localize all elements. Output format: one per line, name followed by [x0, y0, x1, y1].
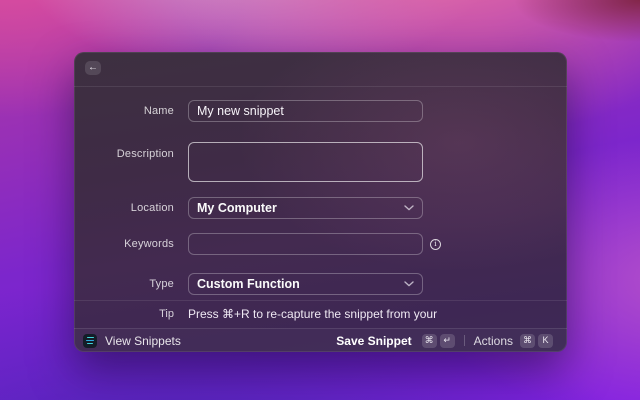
type-dropdown[interactable]: Custom Function [188, 273, 423, 295]
type-label: Type [149, 278, 174, 290]
description-row: Description [74, 142, 567, 182]
info-icon[interactable]: i [430, 238, 441, 250]
k-key-icon: K [538, 333, 553, 348]
snippets-icon [83, 333, 97, 348]
name-input[interactable] [188, 100, 423, 122]
type-value: Custom Function [197, 277, 300, 291]
window-header: ← [74, 52, 567, 87]
keywords-row: Keywords i [74, 233, 567, 255]
location-value: My Computer [197, 201, 277, 215]
type-row: Type Custom Function [74, 273, 567, 295]
name-row: Name [74, 100, 567, 122]
cmd-key-icon: ⌘ [421, 333, 437, 348]
create-snippet-window: ← Name Description Location My Computer [74, 52, 567, 352]
save-snippet-button[interactable]: Save Snippet [336, 334, 411, 348]
back-arrow-icon: ← [88, 62, 98, 73]
snippet-form: Name Description Location My Computer [74, 87, 567, 328]
tip-label: Tip [159, 308, 174, 320]
location-label: Location [130, 202, 174, 214]
location-row: Location My Computer [74, 197, 567, 219]
description-label: Description [116, 148, 174, 160]
name-label: Name [143, 105, 174, 117]
description-textarea[interactable] [188, 142, 423, 182]
tip-row: Tip Press ⌘+R to re-capture the snippet … [74, 301, 567, 327]
back-button[interactable]: ← [85, 61, 101, 75]
chevron-down-icon [404, 205, 414, 211]
chevron-down-icon [404, 281, 414, 287]
keywords-input[interactable] [188, 233, 423, 255]
action-bar: View Snippets Save Snippet ⌘ ↵ Actions ⌘… [74, 328, 567, 352]
tip-text: Press ⌘+R to re-capture the snippet from… [188, 307, 438, 321]
cmd-key-icon: ⌘ [520, 333, 535, 348]
footer-divider [463, 335, 465, 346]
return-key-icon: ↵ [439, 333, 455, 348]
actions-button[interactable]: Actions [474, 334, 513, 348]
keywords-label: Keywords [124, 238, 174, 250]
view-snippets-label: View Snippets [105, 333, 181, 348]
location-dropdown[interactable]: My Computer [188, 197, 423, 219]
